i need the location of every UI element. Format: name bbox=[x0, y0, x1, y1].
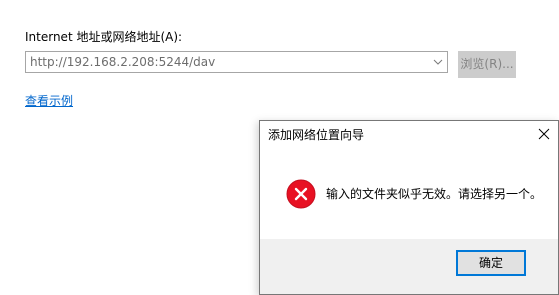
dialog-footer: 确定 bbox=[260, 239, 558, 294]
close-icon bbox=[538, 128, 550, 140]
address-label: Internet 地址或网络地址(A): bbox=[25, 30, 183, 44]
address-value[interactable]: http://192.168.2.208:5244/dav bbox=[30, 55, 215, 69]
close-button[interactable] bbox=[530, 121, 558, 147]
error-icon bbox=[286, 179, 316, 209]
chevron-down-icon[interactable] bbox=[429, 52, 447, 72]
dialog-message: 输入的文件夹似乎无效。请选择另一个。 bbox=[326, 187, 543, 201]
address-combobox[interactable]: http://192.168.2.208:5244/dav bbox=[25, 51, 448, 73]
browse-button[interactable]: 浏览(R)... bbox=[458, 51, 516, 78]
dialog-title: 添加网络位置向导 bbox=[268, 128, 365, 142]
view-examples-link[interactable]: 查看示例 bbox=[25, 93, 73, 109]
error-dialog: 添加网络位置向导 输入的文件夹似乎无效。请选择另一个。 确定 bbox=[259, 120, 559, 295]
ok-button[interactable]: 确定 bbox=[456, 250, 526, 276]
